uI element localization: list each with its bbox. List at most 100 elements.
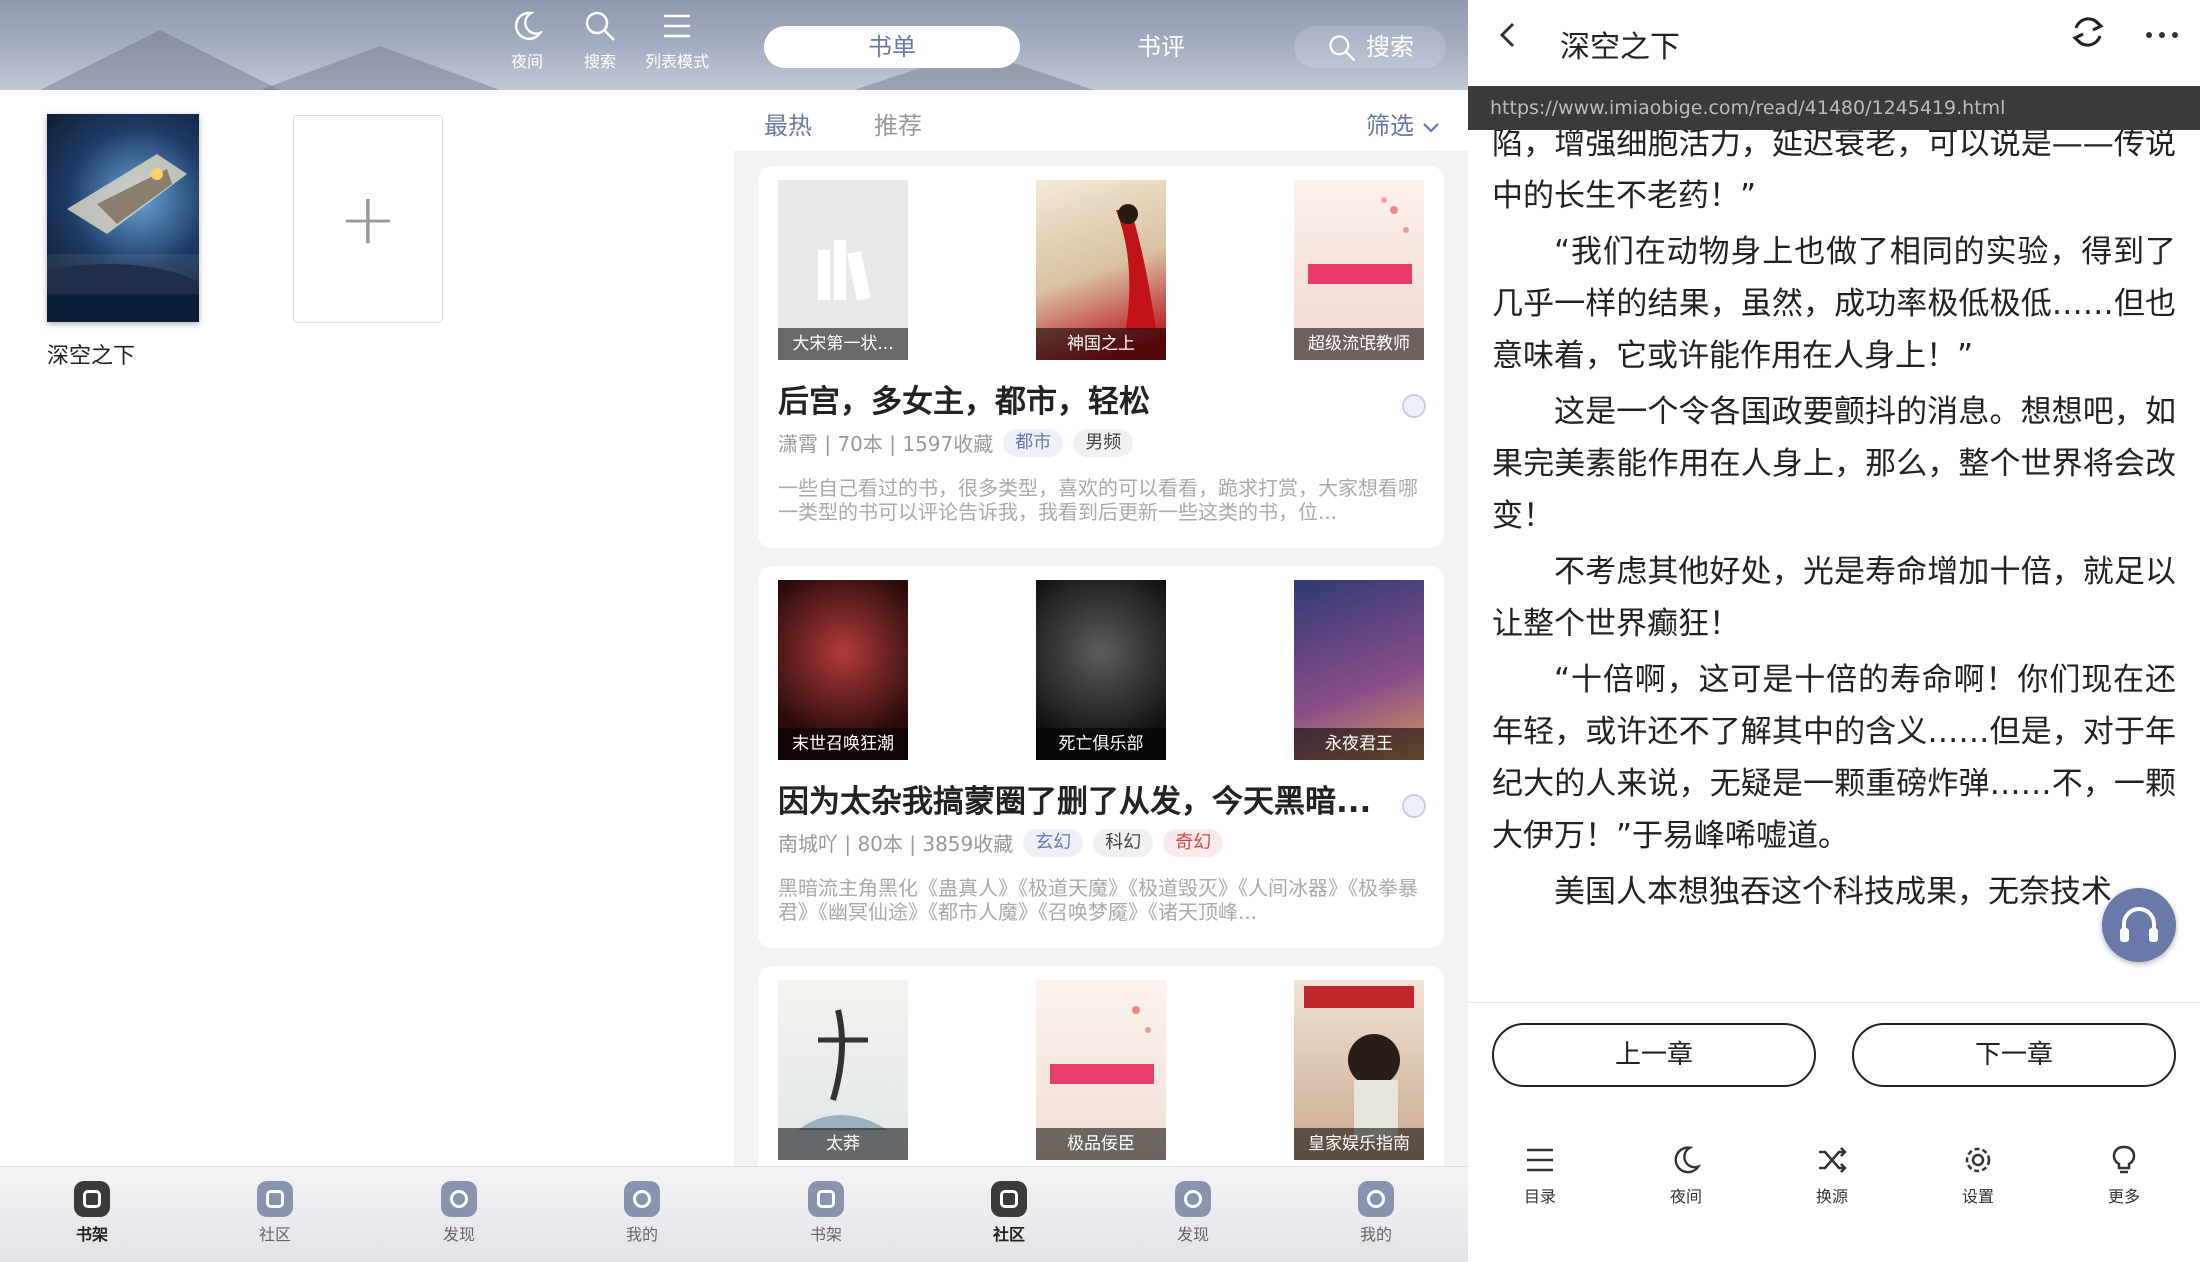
cover-caption: 死亡俱乐部 (1036, 728, 1166, 760)
menu-icon (1527, 1148, 1553, 1172)
booklist-meta: 南城吖 | 80本 | 3859收藏 玄幻 科幻 奇幻 (778, 828, 1224, 857)
tool-label: 夜间 (1669, 1187, 1702, 1206)
nav-mine[interactable]: 我的 (602, 1181, 682, 1245)
refresh-icon[interactable] (2068, 12, 2108, 52)
filter-button[interactable]: 筛选 (1366, 106, 1440, 141)
book-cover[interactable]: 皇家娱乐指南 (1294, 980, 1424, 1160)
book-cover[interactable] (47, 114, 199, 322)
genre-tag: 玄幻 (1023, 828, 1084, 857)
change-source-button[interactable]: 换源 (1792, 1143, 1872, 1207)
more-options-icon[interactable] (2144, 30, 2180, 40)
moon-icon (514, 11, 544, 41)
chapter-paragraph: 不考虑其他好处，光是寿命增加十倍，就足以让整个世界癫狂！ (1492, 554, 2176, 642)
booklist-title: 因为太杂我搞蒙圈了删了从发，今天黑暗... (778, 784, 1372, 820)
night-mode-label: 夜间 (510, 52, 543, 71)
book-cover[interactable]: 大宋第一状... (778, 180, 908, 360)
nav-label: 我的 (625, 1225, 658, 1244)
search-label: 搜索 (583, 52, 616, 71)
tool-label: 目录 (1523, 1187, 1556, 1206)
booklist-title: 后宫，多女主，都市，轻松 (778, 384, 1150, 420)
compass-icon (1175, 1181, 1211, 1217)
user-icon (624, 1181, 660, 1217)
plus-icon: + (338, 178, 398, 260)
back-arrow-icon[interactable] (1494, 20, 1524, 50)
shelf-header: 夜间 搜索 列表模式 (0, 0, 734, 90)
next-chapter-button[interactable]: 下一章 (1852, 1023, 2176, 1087)
search-icon (585, 11, 615, 41)
reader-controls: 上一章 下一章 目录 夜间 换源 设置 更多 (1468, 1002, 2200, 1262)
filter-label: 筛选 (1366, 112, 1414, 140)
subtab-recommend[interactable]: 推荐 (874, 106, 922, 141)
subtab-bar: 最热 推荐 筛选 (734, 90, 1468, 152)
nav-label: 发现 (1176, 1225, 1209, 1244)
genre-tag: 都市 (1003, 428, 1064, 457)
list-mode-button[interactable]: 列表模式 (640, 8, 714, 72)
prev-chapter-button[interactable]: 上一章 (1492, 1023, 1816, 1087)
book-cover[interactable]: 太莽 (778, 980, 908, 1160)
bookshelf-panel: 夜间 搜索 列表模式 深空之下 + 书架 社区 发现 我的 (0, 0, 734, 1262)
nav-community[interactable]: 社区 (235, 1181, 315, 1245)
chat-icon (257, 1181, 293, 1217)
booklist-meta: 潇霄 | 70本 | 1597收藏 都市 男频 (778, 428, 1134, 457)
home-icon (808, 1181, 844, 1217)
search-button[interactable]: 搜索 (1294, 26, 1446, 68)
cover-caption: 神国之上 (1036, 328, 1166, 360)
compass-icon (441, 1181, 477, 1217)
nav-discover[interactable]: 发现 (1153, 1181, 1233, 1245)
chapter-paragraph: “我们在动物身上也做了相同的实验，得到了几乎一样的结果，虽然，成功率极低极低……… (1492, 234, 2176, 374)
search-label: 搜索 (1366, 33, 1414, 61)
book-cover[interactable]: 末世召唤狂潮 (778, 580, 908, 760)
search-icon (1329, 35, 1356, 62)
search-button[interactable]: 搜索 (565, 8, 635, 72)
nav-mine[interactable]: 我的 (1336, 1181, 1416, 1245)
subtab-hot[interactable]: 最热 (764, 106, 812, 141)
headphone-icon (2120, 907, 2158, 942)
gear-icon (1965, 1147, 1991, 1173)
cover-caption: 极品佞臣 (1036, 1128, 1166, 1160)
nav-discover[interactable]: 发现 (419, 1181, 499, 1245)
shuffle-icon (1819, 1147, 1847, 1173)
cover-caption: 皇家娱乐指南 (1294, 1128, 1424, 1160)
genre-tag: 男频 (1073, 428, 1134, 457)
nav-bookshelf[interactable]: 书架 (52, 1181, 132, 1245)
listen-button[interactable] (2102, 888, 2176, 962)
tab-booklist[interactable]: 书单 (764, 26, 1020, 68)
spaceship-cover-art (47, 154, 199, 322)
book-cover[interactable]: 死亡俱乐部 (1036, 580, 1166, 760)
meta-text: 潇霄 | 70本 | 1597收藏 (778, 432, 994, 456)
book-cover[interactable]: 神国之上 (1036, 180, 1166, 360)
book-cover[interactable]: 极品佞臣 (1036, 980, 1166, 1160)
booklist-card[interactable]: 大宋第一状... 神国之上 超级流氓教师 后宫，多女主，都市，轻松 潇霄 | 7… (758, 166, 1444, 548)
book-cover[interactable]: 超级流氓教师 (1294, 180, 1424, 360)
bottom-nav: 书架 社区 发现 我的 (0, 1166, 734, 1262)
booklist-card[interactable]: 末世召唤狂潮 死亡俱乐部 永夜君王 因为太杂我搞蒙圈了删了从发，今天黑暗... … (758, 566, 1444, 948)
list-icon (664, 14, 690, 38)
night-mode-button[interactable]: 夜间 (492, 8, 562, 72)
moon-icon (1674, 1146, 1702, 1174)
meta-text: 南城吖 | 80本 | 3859收藏 (778, 832, 1014, 856)
nav-label: 社区 (258, 1225, 291, 1244)
nav-label: 书架 (75, 1225, 108, 1244)
avatar (1402, 794, 1426, 818)
nav-bookshelf[interactable]: 书架 (786, 1181, 866, 1245)
booklist-description: 一些自己看过的书，很多类型，喜欢的可以看看，跪求打赏，大家想看哪一类型的书可以评… (778, 476, 1418, 524)
add-book-button[interactable]: + (293, 115, 443, 323)
book-title[interactable]: 深空之下 (47, 338, 135, 370)
chapter-text: 陷，增强细胞活力，延迟衰老，可以说是——传说中的长生不老药！” “我们在动物身上也… (1492, 118, 2176, 922)
tool-label: 更多 (2107, 1187, 2140, 1206)
more-button[interactable]: 更多 (2084, 1143, 2164, 1207)
toc-button[interactable]: 目录 (1500, 1143, 1580, 1207)
nav-label: 我的 (1359, 1225, 1392, 1244)
chat-icon (991, 1181, 1027, 1217)
nav-community[interactable]: 社区 (969, 1181, 1049, 1245)
booklist-card[interactable]: 太莽 极品佞臣 皇家娱乐指南 (758, 966, 1444, 1196)
header-decor (260, 46, 500, 90)
home-icon (74, 1181, 110, 1217)
community-header: 书单 书评 搜索 (734, 0, 1468, 90)
list-mode-label: 列表模式 (644, 52, 709, 71)
tab-review[interactable]: 书评 (1026, 26, 1296, 68)
settings-button[interactable]: 设置 (1938, 1143, 2018, 1207)
night-mode-button[interactable]: 夜间 (1646, 1143, 1726, 1207)
chapter-paragraph: “十倍啊，这可是十倍的寿命啊！你们现在还年轻，或许还不了解其中的含义……但是，对… (1492, 662, 2176, 854)
book-cover[interactable]: 永夜君王 (1294, 580, 1424, 760)
